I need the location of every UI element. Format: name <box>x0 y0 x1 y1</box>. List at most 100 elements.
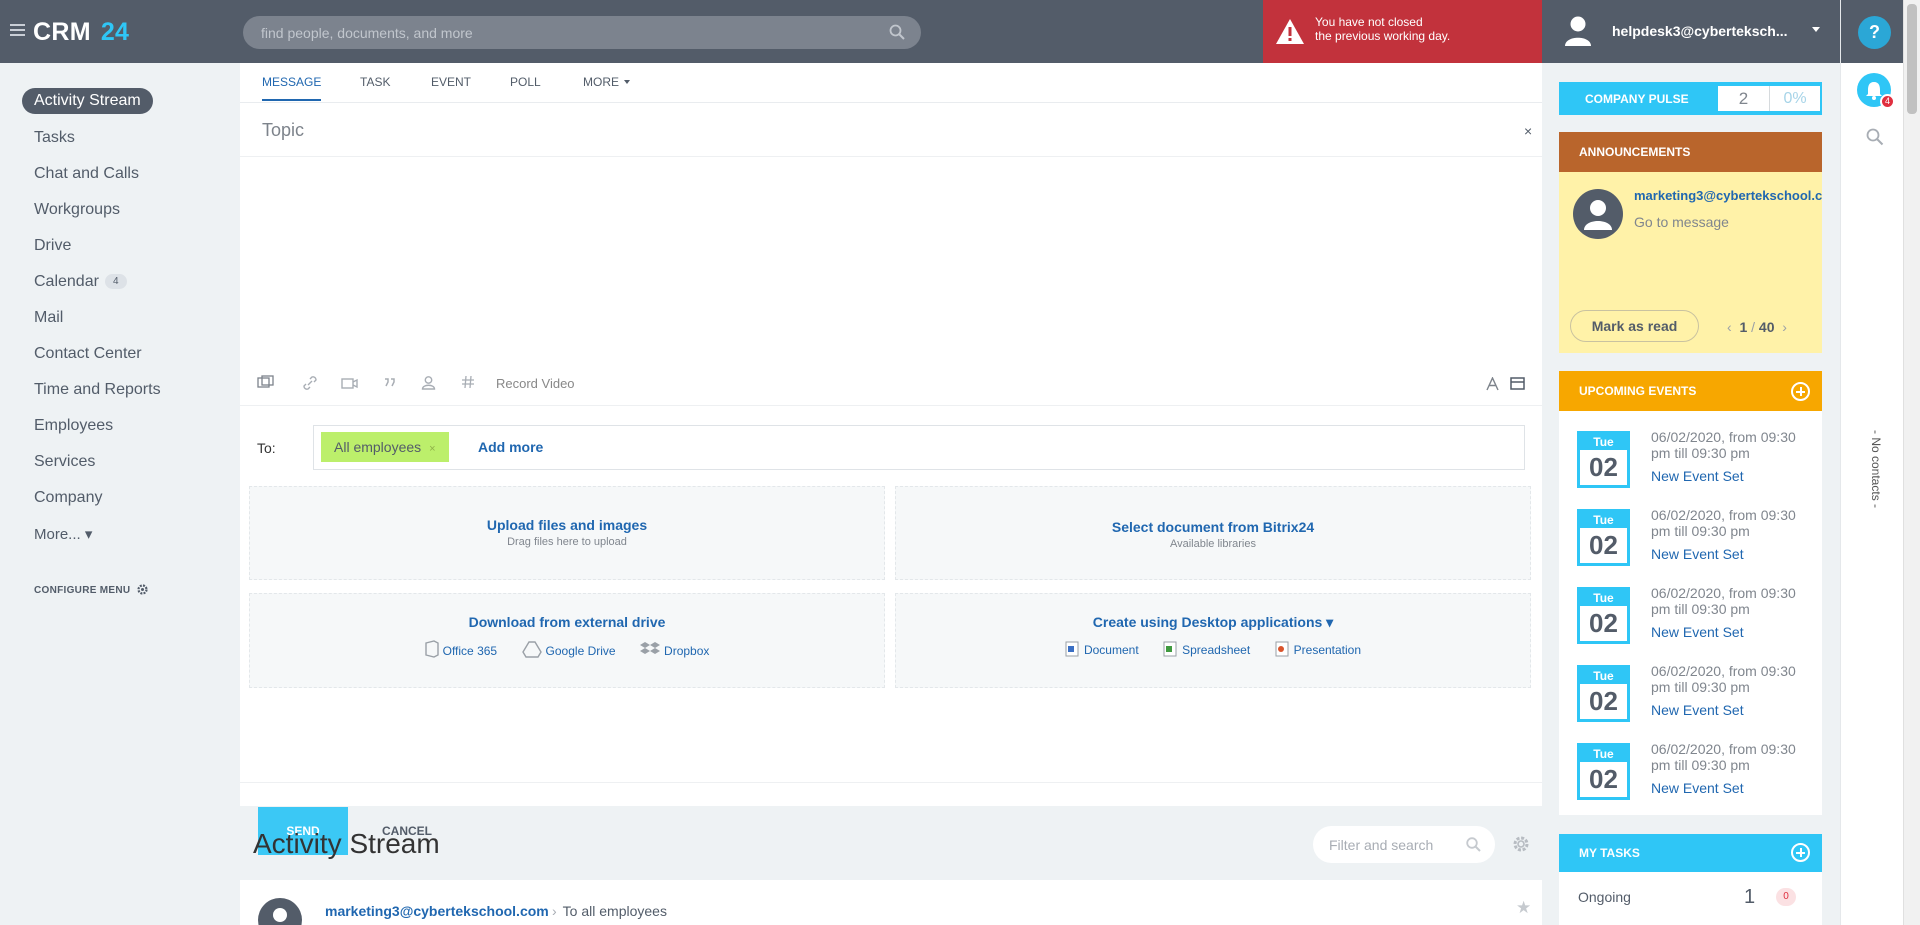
event-name-link[interactable]: New Event Set <box>1651 780 1744 796</box>
create-spreadsheet-button[interactable]: Spreadsheet <box>1163 641 1250 657</box>
stream-settings-icon[interactable] <box>1512 835 1530 853</box>
event-time: 06/02/2020, from 09:30 pm till 09:30 pm <box>1651 663 1796 695</box>
sidebar-item-services[interactable]: Services <box>34 453 95 471</box>
event-name-link[interactable]: New Event Set <box>1651 468 1744 484</box>
event-name-link[interactable]: New Event Set <box>1651 702 1744 718</box>
announcements-header: ANNOUNCEMENTS <box>1559 132 1822 172</box>
select-bitrix-document-area[interactable]: Select document from Bitrix24 Available … <box>895 486 1531 580</box>
global-search-input[interactable]: find people, documents, and more <box>243 16 921 49</box>
attach-file-icon[interactable] <box>257 375 275 391</box>
filter-search-input[interactable]: Filter and search <box>1313 826 1495 863</box>
notifications-button[interactable]: 4 <box>1857 73 1895 109</box>
bitrix-document-hint: Available libraries <box>1169 538 1256 550</box>
add-task-icon[interactable] <box>1791 843 1810 862</box>
user-email: helpdesk3@cyberteksch... <box>1612 23 1788 39</box>
user-menu[interactable]: helpdesk3@cyberteksch... <box>1542 0 1840 63</box>
desktop-apps-title[interactable]: Create using Desktop applications ▾ <box>896 614 1530 631</box>
remove-recipient-icon[interactable]: × <box>429 443 435 455</box>
event-name-link[interactable]: New Event Set <box>1651 546 1744 562</box>
user-avatar-icon <box>1565 16 1591 46</box>
sidebar-item-time-and-reports[interactable]: Time and Reports <box>34 381 161 399</box>
recipient-label: All employees <box>334 439 422 455</box>
hashtag-icon[interactable] <box>461 375 475 389</box>
topic-divider <box>240 156 1542 157</box>
sidebar-item-drive[interactable]: Drive <box>34 237 71 255</box>
event-time: 06/02/2020, from 09:30 pm till 09:30 pm <box>1651 429 1796 461</box>
tab-more-label: MORE <box>583 75 619 89</box>
event-time: 06/02/2020, from 09:30 pm till 09:30 pm <box>1651 507 1796 539</box>
mark-as-read-button[interactable]: Mark as read <box>1570 310 1699 342</box>
go-to-message-link[interactable]: Go to message <box>1634 214 1729 230</box>
post-author-link[interactable]: marketing3@cybertekschool.com <box>325 903 549 919</box>
tasks-overdue-badge: 0 <box>1776 888 1796 906</box>
tab-more[interactable]: MORE <box>583 75 630 89</box>
configure-menu-button[interactable]: CONFIGURE MENU <box>34 583 149 596</box>
sidebar-item-activity-stream[interactable]: Activity Stream <box>22 88 153 114</box>
upcoming-events-title: UPCOMING EVENTS <box>1579 384 1697 398</box>
tasks-ongoing-count: 1 <box>1744 886 1756 908</box>
tab-event[interactable]: EVENT <box>431 75 471 89</box>
create-document-button[interactable]: Document <box>1065 641 1139 657</box>
chevron-right-icon: › <box>552 903 557 919</box>
favorite-star-icon[interactable]: ★ <box>1516 898 1531 918</box>
recipients-field[interactable]: All employees × Add more <box>313 425 1525 470</box>
add-more-link[interactable]: Add more <box>478 439 543 455</box>
chevron-right-icon[interactable]: › <box>1782 319 1787 335</box>
sidebar-item-mail[interactable]: Mail <box>34 309 63 327</box>
tab-message[interactable]: MESSAGE <box>262 75 322 101</box>
create-presentation-button[interactable]: Presentation <box>1275 641 1361 657</box>
sidebar-item-company[interactable]: Company <box>34 489 102 507</box>
link-icon[interactable] <box>302 375 318 391</box>
sidebar-item-contact-center[interactable]: Contact Center <box>34 345 142 363</box>
company-pulse-label: COMPANY PULSE <box>1585 92 1689 106</box>
topic-input[interactable]: Topic <box>262 120 304 141</box>
warning-icon <box>1276 19 1304 44</box>
announcement-author-link[interactable]: marketing3@cybertekschool.com <box>1634 188 1822 203</box>
text-format-icon[interactable] <box>1486 377 1499 391</box>
sidebar-item-chat-and-calls[interactable]: Chat and Calls <box>34 165 139 183</box>
post-author-avatar[interactable] <box>258 898 302 925</box>
help-button[interactable]: ? <box>1858 16 1891 49</box>
record-video-button[interactable]: Record Video <box>496 376 575 391</box>
event-day: 02 <box>1589 530 1618 560</box>
upload-files-area[interactable]: Upload files and images Drag files here … <box>249 486 885 580</box>
close-icon[interactable]: × <box>1524 123 1532 139</box>
sidebar-item-employees[interactable]: Employees <box>34 417 113 435</box>
logo[interactable]: CRM 24 <box>33 18 129 47</box>
logo-number: 24 <box>100 18 130 46</box>
scrollbar-thumb[interactable] <box>1907 4 1917 114</box>
my-tasks-ongoing-row[interactable]: Ongoing 1 0 <box>1559 872 1822 925</box>
video-icon[interactable] <box>341 375 358 390</box>
search-placeholder: find people, documents, and more <box>261 25 473 41</box>
company-pulse-widget[interactable]: COMPANY PULSE 2 0% <box>1559 82 1822 115</box>
page-title: Activity Stream <box>253 828 440 859</box>
office365-button[interactable]: Office 365 <box>424 640 497 658</box>
google-drive-button[interactable]: Google Drive <box>521 641 616 658</box>
mention-user-icon[interactable] <box>421 375 436 390</box>
sidebar-item-more[interactable]: More... ▾ <box>34 525 92 543</box>
event-time: 06/02/2020, from 09:30 pm till 09:30 pm <box>1651 741 1796 773</box>
tab-poll[interactable]: POLL <box>510 75 541 89</box>
to-label: To: <box>257 440 276 456</box>
tab-task[interactable]: TASK <box>360 75 390 89</box>
event-name-link[interactable]: New Event Set <box>1651 624 1744 640</box>
sidebar-item-label: Calendar <box>34 273 99 290</box>
announcements-title: ANNOUNCEMENTS <box>1579 145 1691 159</box>
sidebar-item-calendar[interactable]: Calendar 4 <box>34 273 127 291</box>
contact-search-icon[interactable] <box>1866 128 1884 146</box>
toolbar-divider <box>240 405 1542 406</box>
sidebar-item-workgroups[interactable]: Workgroups <box>34 201 120 219</box>
sidebar-item-tasks[interactable]: Tasks <box>34 129 75 147</box>
top-bar: CRM 24 find people, documents, and more Y… <box>0 0 1840 63</box>
chevron-left-icon[interactable]: ‹ <box>1727 319 1732 335</box>
quote-icon[interactable] <box>383 375 397 389</box>
dropbox-button[interactable]: Dropbox <box>640 641 709 658</box>
calendar-date-icon: Tue 02 <box>1577 665 1630 722</box>
external-drive-title: Download from external drive <box>468 614 666 630</box>
add-event-icon[interactable] <box>1791 382 1810 401</box>
toolbar-toggle-icon[interactable] <box>1510 377 1525 390</box>
menu-icon[interactable] <box>10 24 25 36</box>
working-day-alert[interactable]: You have not closed the previous working … <box>1263 0 1542 63</box>
recipient-chip[interactable]: All employees × <box>321 432 449 462</box>
scrollbar[interactable] <box>1903 0 1920 925</box>
